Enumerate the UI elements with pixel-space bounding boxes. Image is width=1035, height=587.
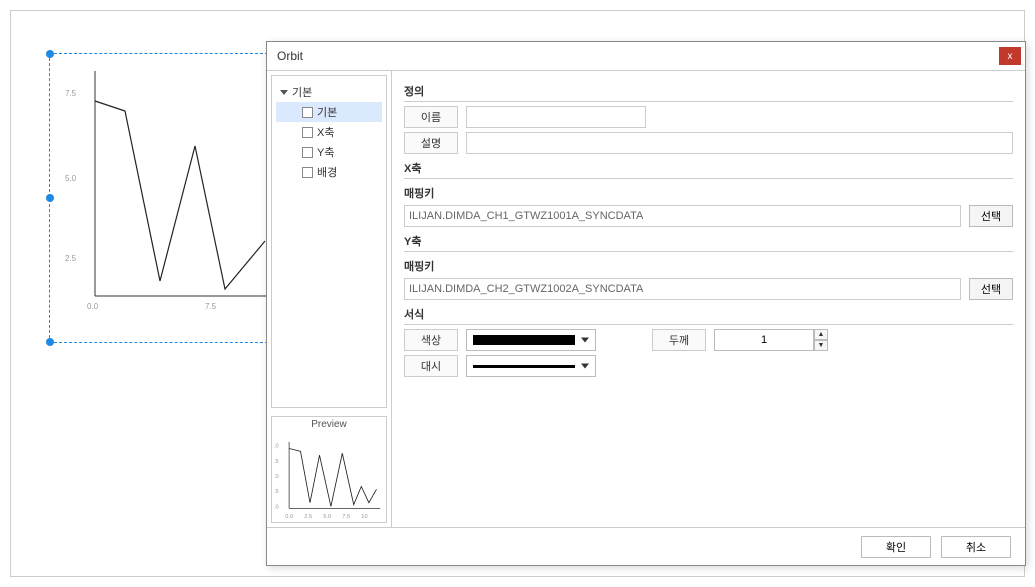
y-select-button[interactable]: 선택 <box>969 278 1013 300</box>
resize-handle[interactable] <box>46 50 54 58</box>
label-mapkey-y: 매핑키 <box>404 258 1013 274</box>
section-definition: 정의 <box>404 83 1013 102</box>
desc-input[interactable] <box>466 132 1013 154</box>
tree-item-xaxis[interactable]: X축 <box>276 122 382 142</box>
spin-up-icon[interactable]: ▲ <box>814 329 828 340</box>
name-input[interactable] <box>466 106 646 128</box>
preview-chart: .0 .5 .0 .5 .0 0.0 2.5 5.0 7.5 10 <box>272 432 386 522</box>
label-color: 색상 <box>404 329 458 351</box>
background-chart: 7.5 5.0 2.5 0.0 7.5 <box>65 61 285 321</box>
preview-label: Preview <box>272 417 386 432</box>
checkbox-icon[interactable] <box>302 127 313 138</box>
label-desc: 설명 <box>404 132 458 154</box>
tree-root-label: 기본 <box>292 84 312 100</box>
thickness-input[interactable] <box>714 329 814 351</box>
resize-handle[interactable] <box>46 194 54 202</box>
tree-item-label: Y축 <box>317 144 334 160</box>
dialog-titlebar[interactable]: Orbit x <box>267 42 1025 70</box>
canvas-frame: 7.5 5.0 2.5 0.0 7.5 Orbit x 기본 <box>10 10 1025 577</box>
svg-text:2.5: 2.5 <box>65 254 77 263</box>
svg-text:5.0: 5.0 <box>323 514 331 520</box>
svg-text:.5: .5 <box>274 459 279 465</box>
svg-text:.0: .0 <box>274 504 279 510</box>
y-mapkey-input[interactable] <box>404 278 961 300</box>
dialog-title: Orbit <box>277 49 303 63</box>
checkbox-icon[interactable] <box>302 107 313 118</box>
label-thickness: 두께 <box>652 329 706 351</box>
svg-text:.0: .0 <box>274 444 279 450</box>
property-tree[interactable]: 기본 기본 X축 Y축 <box>271 75 387 408</box>
tree-root[interactable]: 기본 <box>276 82 382 102</box>
dash-combo[interactable] <box>466 355 596 377</box>
checkbox-icon[interactable] <box>302 167 313 178</box>
chevron-down-icon <box>280 90 288 95</box>
svg-text:7.5: 7.5 <box>65 89 77 98</box>
x-select-button[interactable]: 선택 <box>969 205 1013 227</box>
resize-handle[interactable] <box>46 338 54 346</box>
svg-text:.0: .0 <box>274 474 279 480</box>
checkbox-icon[interactable] <box>302 147 313 158</box>
tree-item-basic[interactable]: 기본 <box>276 102 382 122</box>
dialog-footer: 확인 취소 <box>267 527 1025 565</box>
label-mapkey-x: 매핑키 <box>404 185 1013 201</box>
thickness-spinner[interactable]: ▲ ▼ <box>714 329 828 351</box>
tree-item-background[interactable]: 배경 <box>276 162 382 182</box>
tree-item-yaxis[interactable]: Y축 <box>276 142 382 162</box>
dash-swatch <box>473 365 575 368</box>
svg-text:2.5: 2.5 <box>304 514 312 520</box>
color-swatch <box>473 335 575 345</box>
color-combo[interactable] <box>466 329 596 351</box>
section-yaxis: Y축 <box>404 233 1013 252</box>
label-name: 이름 <box>404 106 458 128</box>
right-pane: 정의 이름 설명 X축 매핑키 선택 Y축 매핑키 <box>392 71 1025 527</box>
section-format: 서식 <box>404 306 1013 325</box>
label-dash: 대시 <box>404 355 458 377</box>
orbit-dialog: Orbit x 기본 기본 X축 <box>266 41 1026 566</box>
tree-item-label: 기본 <box>317 104 337 120</box>
svg-text:0.0: 0.0 <box>87 302 99 311</box>
tree-item-label: X축 <box>317 124 334 140</box>
ok-button[interactable]: 확인 <box>861 536 931 558</box>
section-xaxis: X축 <box>404 160 1013 179</box>
svg-text:0.0: 0.0 <box>285 514 293 520</box>
x-mapkey-input[interactable] <box>404 205 961 227</box>
svg-text:10: 10 <box>361 514 367 520</box>
tree-item-label: 배경 <box>317 164 337 180</box>
svg-text:7.5: 7.5 <box>205 302 217 311</box>
svg-text:.5: .5 <box>274 489 279 495</box>
svg-text:5.0: 5.0 <box>65 174 77 183</box>
close-button[interactable]: x <box>999 47 1021 65</box>
left-pane: 기본 기본 X축 Y축 <box>267 71 392 527</box>
cancel-button[interactable]: 취소 <box>941 536 1011 558</box>
spin-down-icon[interactable]: ▼ <box>814 340 828 351</box>
preview-panel: Preview .0 .5 .0 .5 .0 0.0 2.5 5.0 <box>271 416 387 523</box>
svg-text:7.5: 7.5 <box>342 514 350 520</box>
